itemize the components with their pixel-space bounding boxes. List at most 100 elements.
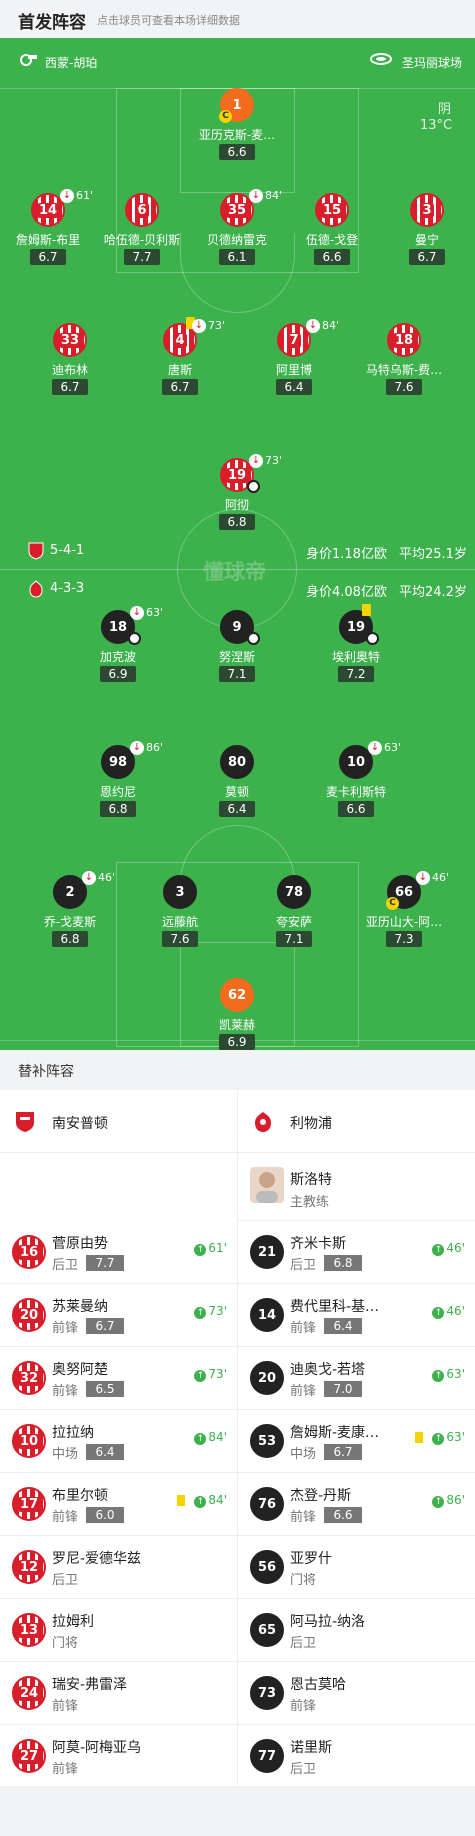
sub-minute: 46' bbox=[432, 871, 450, 884]
player-name: 亚历山大-阿… bbox=[365, 915, 443, 929]
temperature: 13°C bbox=[420, 118, 453, 133]
pitch-player[interactable]: 33 迪布林 6.7 bbox=[10, 323, 130, 413]
coach-row[interactable]: 斯洛特 主教练 bbox=[238, 1153, 475, 1221]
pitch-player[interactable]: 19 ↓ 73' 阿彻 6.8 bbox=[177, 454, 297, 548]
bench-player-rating: 7.0 bbox=[324, 1381, 362, 1397]
southampton-crest-icon bbox=[14, 1110, 36, 1138]
away-team-name: 利物浦 bbox=[290, 1116, 332, 1132]
sub-on-minute: 84' bbox=[208, 1493, 227, 1507]
player-name: 唐斯 bbox=[167, 363, 192, 377]
goal-ball-icon bbox=[366, 632, 379, 645]
player-rating: 7.6 bbox=[162, 931, 198, 947]
bench-player-name: 拉姆利 bbox=[52, 1614, 94, 1630]
player-number: 18 bbox=[108, 619, 128, 635]
bench-player-row[interactable]: 32 奥努阿楚 前锋 6.5 ↑ 73' bbox=[0, 1347, 237, 1410]
bench-player-name: 诺里斯 bbox=[290, 1740, 332, 1756]
sub-off-icon: ↓ bbox=[306, 319, 320, 333]
bench-player-rating: 6.8 bbox=[324, 1255, 362, 1271]
bench-player-row[interactable]: 73 恩古莫哈 前锋 bbox=[238, 1662, 475, 1725]
sub-on-indicator: ↑ 84' bbox=[194, 1430, 227, 1445]
pitch-player[interactable]: 78 夸安萨 7.1 bbox=[234, 875, 354, 965]
whistle-icon bbox=[18, 52, 38, 69]
pitch-player[interactable]: 2 ↓ 46' 乔-戈麦斯 6.8 bbox=[10, 871, 130, 965]
bench-number-badge: 76 bbox=[250, 1487, 284, 1521]
sub-on-indicator: ↑ 46' bbox=[432, 1304, 465, 1319]
pitch-player[interactable]: 10 ↓ 63' 麦卡利斯特 6.6 bbox=[296, 741, 416, 835]
lineup-header: 首发阵容 点击球员可查看本场详细数据 bbox=[0, 0, 475, 38]
player-name: 远藤航 bbox=[161, 915, 198, 929]
player-number: 2 bbox=[65, 884, 75, 900]
player-number: 35 bbox=[225, 202, 249, 218]
bench-player-row[interactable]: 21 齐米卡斯 后卫 6.8 ↑ 46' bbox=[238, 1221, 475, 1284]
bench-player-row[interactable]: 10 拉拉纳 中场 6.4 ↑ 84' bbox=[0, 1410, 237, 1473]
sub-on-minute: 63' bbox=[446, 1367, 465, 1381]
bench-number-badge: 17 bbox=[12, 1487, 46, 1521]
sub-minute: 84' bbox=[322, 319, 340, 332]
player-number: 18 bbox=[392, 332, 416, 348]
bench-player-row[interactable]: 20 苏莱曼纳 前锋 6.7 ↑ 73' bbox=[0, 1284, 237, 1347]
player-rating: 6.7 bbox=[52, 379, 88, 395]
bench-player-name: 阿莫-阿梅亚乌 bbox=[52, 1740, 142, 1756]
sub-on-minute: 84' bbox=[208, 1430, 227, 1444]
home-team-name: 南安普顿 bbox=[52, 1116, 108, 1132]
bench-player-row[interactable]: 27 阿莫-阿梅亚乌 前锋 bbox=[0, 1725, 237, 1788]
player-number-badge: 6 bbox=[125, 193, 159, 227]
home-team-row[interactable]: 南安普顿 bbox=[0, 1090, 237, 1153]
sub-off-icon: ↓ bbox=[130, 741, 144, 755]
bench-player-row[interactable]: 13 拉姆利 门将 bbox=[0, 1599, 237, 1662]
sub-off-icon: ↓ bbox=[368, 741, 382, 755]
away-team-row[interactable]: 利物浦 bbox=[238, 1090, 475, 1153]
bench-player-row[interactable]: 76 杰登-丹斯 前锋 6.6 ↑ 86' bbox=[238, 1473, 475, 1536]
pitch-player[interactable]: 9 努涅斯 7.1 bbox=[177, 610, 297, 700]
bench-player-row[interactable]: 20 迪奥戈-若塔 前锋 7.0 ↑ 63' bbox=[238, 1347, 475, 1410]
pitch-player[interactable]: 18 马特乌斯-费… 7.6 bbox=[344, 323, 464, 413]
bench-player-row[interactable]: 24 瑞安-弗雷泽 前锋 bbox=[0, 1662, 237, 1725]
pitch-player[interactable]: 62 凯莱赫 6.9 bbox=[177, 978, 297, 1050]
player-rating: 7.2 bbox=[338, 666, 374, 682]
pitch-player[interactable]: 80 莫顿 6.4 bbox=[177, 745, 297, 835]
sub-minute: 63' bbox=[384, 741, 402, 754]
stadium-name: 圣玛丽球场 bbox=[402, 56, 463, 70]
pitch-player[interactable]: 3 远藤航 7.6 bbox=[120, 875, 240, 965]
referee-name: 西蒙-胡珀 bbox=[45, 56, 98, 70]
bench-player-name: 杰登-丹斯 bbox=[290, 1488, 352, 1504]
bench-header: 替补阵容 bbox=[0, 1050, 475, 1090]
bench-player-row[interactable]: 16 菅原由势 后卫 7.7 ↑ 61' bbox=[0, 1221, 237, 1284]
bench-number: 10 bbox=[17, 1433, 41, 1449]
bench-player-row[interactable]: 53 詹姆斯-麦康… 中场 6.7 ↑ 63' bbox=[238, 1410, 475, 1473]
pitch-player[interactable]: 3 曼宁 6.7 bbox=[367, 193, 475, 283]
bench-number: 77 bbox=[257, 1748, 277, 1764]
bench-player-row[interactable]: 12 罗尼-爱德华兹 后卫 bbox=[0, 1536, 237, 1599]
bench-number-badge: 20 bbox=[12, 1298, 46, 1332]
sub-minute: 73' bbox=[208, 319, 226, 332]
pitch-player[interactable]: 18 ↓ 63' 加克波 6.9 bbox=[58, 606, 178, 700]
player-name: 阿彻 bbox=[224, 498, 249, 512]
goal-ball-icon bbox=[247, 632, 260, 645]
player-name: 凯莱赫 bbox=[218, 1018, 255, 1032]
bench-player-row[interactable]: 56 亚罗什 门将 bbox=[238, 1536, 475, 1599]
pitch-player[interactable]: 98 ↓ 86' 恩约尼 6.8 bbox=[58, 741, 178, 835]
bench-player-row[interactable]: 14 费代里科-基… 前锋 6.4 ↑ 46' bbox=[238, 1284, 475, 1347]
pitch-player[interactable]: 66 ↓ 46' C 亚历山大-阿… 7.3 bbox=[344, 871, 464, 965]
pitch-player[interactable]: 1 C 亚历克斯-麦… 6.6 bbox=[177, 88, 297, 178]
sub-on-minute: 63' bbox=[446, 1430, 465, 1444]
bench-number-badge: 21 bbox=[250, 1235, 284, 1269]
home-age: 平均25.1岁 bbox=[399, 547, 467, 562]
home-formation: 5-4-1 bbox=[50, 543, 85, 558]
player-number-badge: 78 bbox=[277, 875, 311, 909]
bench-player-rating: 7.7 bbox=[86, 1255, 124, 1271]
pitch-player[interactable]: 7 ↓ 84' 阿里博 6.4 bbox=[234, 319, 354, 413]
bench-number: 13 bbox=[17, 1622, 41, 1638]
player-rating: 7.1 bbox=[276, 931, 312, 947]
sub-minute: 73' bbox=[265, 454, 283, 467]
lineup-subtitle: 点击球员可查看本场详细数据 bbox=[97, 14, 240, 27]
pitch-player[interactable]: 4 ↓ 73' 唐斯 6.7 bbox=[120, 317, 240, 413]
pitch-player[interactable]: 19 埃利奥特 7.2 bbox=[296, 604, 416, 700]
bench-player-row[interactable]: 77 诺里斯 后卫 bbox=[238, 1725, 475, 1788]
liverpool-crest-icon bbox=[252, 1110, 274, 1138]
bench-player-rating: 6.4 bbox=[86, 1444, 124, 1460]
bench-player-row[interactable]: 65 阿马拉-纳洛 后卫 bbox=[238, 1599, 475, 1662]
sub-off-icon: ↓ bbox=[416, 871, 430, 885]
bench-panel: 南安普顿 利物浦 斯洛特 主教练 16 菅原由势 后卫 7.7 ↑ 61' 20 苏莱曼纳 前锋… bbox=[0, 1090, 475, 1788]
bench-player-row[interactable]: 17 布里尔顿 前锋 6.0 ↑ 84' bbox=[0, 1473, 237, 1536]
